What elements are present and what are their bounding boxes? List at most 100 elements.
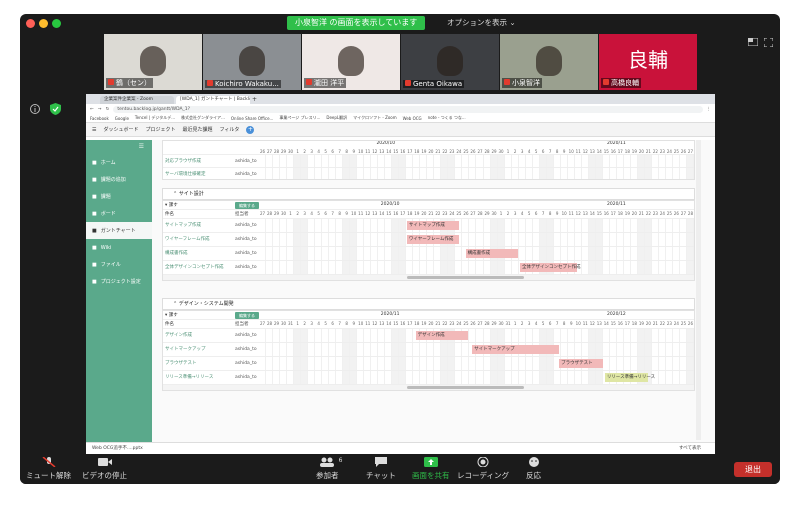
edit-button[interactable]: 編集する — [235, 312, 259, 319]
bookmark-link[interactable]: マイクロソフト - Zoom — [353, 115, 396, 121]
participants-button[interactable]: 参加者 6 — [316, 457, 343, 481]
participant-video-tile[interactable]: Koichiro Wakaku... — [203, 34, 301, 90]
task-row[interactable]: サイトマップ作成 ashida_to サイトマップ作成 — [163, 219, 694, 233]
bookmark-link[interactable]: 事業ページ プレスリ... — [279, 115, 320, 121]
new-tab-icon[interactable]: + — [252, 96, 257, 104]
security-shield-icon[interactable] — [50, 103, 61, 115]
gantt-task-bar[interactable]: サイトマークアップ — [472, 345, 560, 354]
share-screen-button[interactable]: 画面を共有 — [412, 457, 450, 481]
gallery-view-icon[interactable] — [748, 38, 758, 46]
gantt-task-bar[interactable]: ブラウザテスト — [559, 359, 603, 368]
gantt-section-header[interactable]: ⌃ サイト設計 — [162, 188, 695, 200]
participant-video-tile[interactable]: 小泉智洋 — [500, 34, 598, 90]
participant-video-tile[interactable]: 良輔 高橋良輔 — [599, 34, 697, 90]
horizontal-scrollbar[interactable] — [163, 275, 694, 280]
sidebar-item[interactable]: ■ ボード — [86, 205, 152, 222]
sidebar-collapse-icon[interactable]: ☰ — [86, 140, 152, 154]
stop-video-button[interactable]: ビデオの停止 — [82, 457, 127, 481]
bookmark-link[interactable]: Google — [115, 116, 129, 121]
task-row[interactable]: サーバ環境仕様確定 ashida_to — [163, 168, 694, 179]
minimize-window-button[interactable] — [39, 19, 48, 28]
close-window-button[interactable] — [26, 19, 35, 28]
bookmark-link[interactable]: Web OCG — [403, 116, 422, 121]
task-name-link[interactable]: 対応ブラウザ作成 — [163, 155, 235, 167]
bookmark-link[interactable]: Facebook — [90, 116, 109, 121]
bookmark-link[interactable]: Tencel | デジタルデ... — [135, 115, 175, 121]
task-row[interactable]: 対応ブラウザ作成 ashida_to — [163, 155, 694, 168]
bookmark-link[interactable]: Online Share Office... — [231, 116, 273, 121]
participant-video-tile[interactable]: 鶴（セン） — [104, 34, 202, 90]
sidebar-item[interactable]: ■ ホーム — [86, 154, 152, 171]
task-row[interactable]: ブラウザテスト ashida_to ブラウザテスト — [163, 357, 694, 371]
bookmark-link[interactable]: DeepL翻訳 — [326, 115, 347, 121]
task-name-link[interactable]: ブラウザテスト — [163, 357, 235, 370]
app-nav-item[interactable]: フィルタ — [220, 126, 240, 133]
bookmark-link[interactable]: note - つくる つな... — [428, 115, 466, 121]
task-row[interactable]: サイトマークアップ ashida_to サイトマークアップ — [163, 343, 694, 357]
reload-icon[interactable]: ↻ — [106, 107, 110, 112]
chat-button[interactable]: チャット — [366, 457, 396, 481]
task-name-link[interactable]: ワイヤーフレーム作成 — [163, 233, 235, 246]
bookmark-link[interactable]: 株式会社グンダライア... — [181, 115, 225, 121]
app-nav-item[interactable]: ダッシュボード — [103, 126, 138, 133]
gantt-task-bar[interactable]: 全体デザインコンセプト作成 — [520, 263, 581, 272]
url-input[interactable]: tentou.backlog.jp/gantt/WDA_1? — [113, 105, 703, 113]
sidebar-item[interactable]: ■ 課題 — [86, 188, 152, 205]
task-name-link[interactable]: サーバ環境仕様確定 — [163, 168, 235, 179]
browser-tab[interactable]: 企業案件企業案 - Zoom — [100, 96, 174, 104]
horizontal-scrollbar[interactable] — [163, 385, 694, 390]
show-all-downloads-button[interactable]: すべて表示 — [679, 443, 701, 454]
gantt-task-bar[interactable]: サイトマップ作成 — [406, 221, 460, 230]
participant-video-tile[interactable]: 瀧田 洋平 — [302, 34, 400, 90]
sidebar-item[interactable]: ■ 課題の追加 — [86, 171, 152, 188]
app-nav-item[interactable]: 最近見た課題 — [183, 126, 213, 133]
maximize-window-button[interactable] — [52, 19, 61, 28]
participant-video-tile[interactable]: Genta Oikawa — [401, 34, 499, 90]
participant-name: 鶴（セン） — [106, 78, 153, 88]
filter-dropdown[interactable]: ▾ 課す — [163, 201, 235, 209]
sidebar-item[interactable]: ■ ファイル — [86, 256, 152, 273]
task-row[interactable]: デザイン作成 ashida_to デザイン作成 — [163, 329, 694, 343]
task-row[interactable]: 全体デザインコンセプト作成 ashida_to 全体デザインコンセプト作成 — [163, 261, 694, 275]
info-icon[interactable] — [30, 104, 40, 114]
edit-button[interactable]: 編集する — [235, 202, 259, 209]
main-scrollbar[interactable] — [696, 140, 701, 440]
day-number: 31 — [288, 321, 294, 326]
app-nav-item[interactable]: プロジェクト — [146, 126, 176, 133]
gantt-task-bar[interactable]: リリース準備→リリース — [604, 373, 655, 382]
task-name-link[interactable]: サイトマップ作成 — [163, 219, 235, 232]
forward-icon[interactable]: → — [98, 107, 102, 112]
back-icon[interactable]: ← — [90, 107, 94, 112]
task-name-link[interactable]: サイトマークアップ — [163, 343, 235, 356]
sidebar-item[interactable]: ■ プロジェクト設定 — [86, 273, 152, 290]
leave-meeting-button[interactable]: 退出 — [734, 462, 772, 477]
sidebar-item[interactable]: ■ ガントチャート — [86, 222, 152, 239]
record-button[interactable]: レコーディング — [457, 457, 509, 481]
sidebar-item[interactable]: ■ Wiki — [86, 239, 152, 256]
view-options-dropdown[interactable]: オプションを表示 ⌄ — [447, 17, 516, 28]
day-number: 15 — [610, 321, 616, 326]
task-row[interactable]: 構成書作成 ashida_to 構成書作成 — [163, 247, 694, 261]
task-name-link[interactable]: 全体デザインコンセプト作成 — [163, 261, 235, 274]
day-number: 4 — [317, 321, 320, 326]
browser-menu-icon[interactable]: ⋮ — [707, 107, 712, 112]
fullscreen-icon[interactable] — [764, 38, 773, 47]
task-name-link[interactable]: デザイン作成 — [163, 329, 235, 342]
task-timeline: サイトマークアップ — [259, 343, 694, 356]
browser-tab-active[interactable]: [WDA_1] ガントチャート | Backlog — [176, 96, 250, 104]
task-row[interactable]: ワイヤーフレーム作成 ashida_to ワイヤーフレーム作成 — [163, 233, 694, 247]
reactions-button[interactable]: 反応 — [526, 457, 541, 481]
gantt-section-header[interactable]: ⌃ デザイン・システム開発 — [162, 298, 695, 310]
mute-button[interactable]: ミュート解除 — [26, 457, 71, 481]
task-row[interactable]: リリース準備→リリース ashida_to リリース準備→リリース — [163, 371, 694, 385]
gantt-task-bar[interactable]: デザイン作成 — [415, 331, 468, 340]
task-name-link[interactable]: リリース準備→リリース — [163, 371, 235, 384]
add-icon[interactable]: + — [246, 125, 255, 134]
task-name-link[interactable]: 構成書作成 — [163, 247, 235, 260]
gantt-task-bar[interactable]: ワイヤーフレーム作成 — [406, 235, 460, 244]
day-number: 3 — [513, 211, 517, 216]
gantt-task-bar[interactable]: 構成書作成 — [465, 249, 518, 258]
filter-dropdown[interactable]: ▾ 課す — [163, 311, 235, 319]
download-item[interactable]: Web OCG追手不....pptx — [92, 446, 143, 451]
hamburger-icon[interactable]: ☰ — [92, 127, 96, 133]
